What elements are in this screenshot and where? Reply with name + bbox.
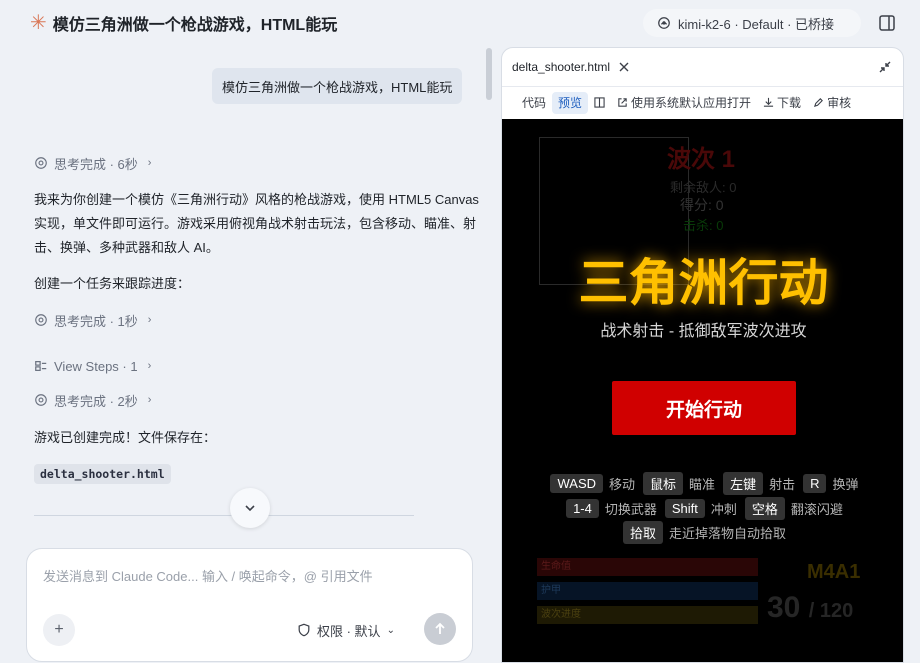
- enemies-left: 剩余敌人: 0: [670, 180, 737, 195]
- health-bar: 生命值: [537, 558, 758, 576]
- bridge-icon: [658, 17, 670, 29]
- chat-scrollbar[interactable]: [486, 48, 492, 100]
- file-path-chip[interactable]: delta_shooter.html: [34, 464, 171, 484]
- conversation-title: 模仿三角洲做一个枪战游戏，HTML能玩: [52, 17, 338, 34]
- chevron-right-icon: ›: [147, 314, 152, 326]
- review-icon: [814, 98, 824, 108]
- chevron-right-icon: ›: [147, 394, 152, 406]
- key-shift: Shift: [664, 499, 705, 518]
- key-desc: 移动: [609, 477, 636, 492]
- chevron-right-icon: ›: [147, 157, 152, 169]
- chevron-right-icon: ›: [147, 360, 152, 372]
- brain-icon: [35, 157, 47, 169]
- review-button[interactable]: 审核: [807, 92, 857, 114]
- key-desc: 切换武器: [604, 502, 657, 517]
- attach-button[interactable]: +: [43, 614, 75, 646]
- brain-icon: [35, 394, 47, 406]
- key-desc: 瞄准: [689, 477, 716, 492]
- controls-row-3: 拾取 走近掉落物自动拾取: [502, 521, 903, 544]
- scroll-to-bottom-button[interactable]: [230, 488, 270, 528]
- message-composer: + 权限 · 默认 ⌄: [26, 548, 473, 662]
- brain-icon: [35, 314, 47, 326]
- panel-toggle-icon[interactable]: [878, 14, 896, 32]
- game-title: 三角洲行动: [578, 255, 829, 311]
- chevron-down-icon: ⌄: [386, 624, 395, 636]
- key-desc: 翻滚闪避: [790, 502, 843, 517]
- key-pickup: 拾取: [622, 521, 663, 544]
- panel-tab[interactable]: delta_shooter.html: [502, 48, 903, 86]
- send-button[interactable]: [424, 613, 456, 645]
- score: 得分: 0: [680, 197, 724, 213]
- thinking-label: 思考完成 · 2秒: [54, 393, 138, 409]
- weapon-name: M4A1: [807, 561, 861, 583]
- key-r: R: [803, 474, 827, 493]
- divider: [34, 515, 414, 516]
- view-steps-label: View Steps · 1: [54, 358, 138, 374]
- download-button[interactable]: 下载: [757, 92, 807, 114]
- arrow-up-icon: [435, 622, 445, 634]
- assistant-paragraph: 我来为你创建一个模仿《三角洲行动》风格的枪战游戏，使用 HTML5 Canvas…: [34, 192, 479, 255]
- assistant-paragraph: 创建一个任务来跟踪进度：: [34, 276, 191, 291]
- tab-preview[interactable]: 预览: [552, 91, 589, 114]
- start-game-button[interactable]: 开始行动: [612, 381, 796, 435]
- chat-column: 模仿三角洲做一个枪战游戏，HTML能玩 思考完成 · 6秒 › 我来为你创建一个…: [0, 46, 492, 663]
- thinking-summary-2[interactable]: 思考完成 · 1秒 ›: [34, 311, 151, 329]
- kills: 击杀: 0: [683, 218, 724, 233]
- file-tab-name: delta_shooter.html: [512, 60, 611, 74]
- preview-panel: delta_shooter.html 代码 预览 使用系统默认应用打开 下载 审…: [501, 47, 904, 663]
- preview-toolbar: 代码 预览 使用系统默认应用打开 下载 审核: [502, 86, 903, 118]
- key-desc: 换弹: [832, 477, 859, 492]
- permission-selector[interactable]: 权限 · 默认 ⌄: [297, 619, 395, 641]
- wave-indicator: 波次 1: [667, 146, 736, 173]
- open-default-app-button[interactable]: 使用系统默认应用打开: [611, 92, 757, 114]
- game-subtitle: 战术射击 - 抵御敌军波次进攻: [600, 323, 807, 340]
- permission-label: 权限 · 默认: [317, 623, 381, 639]
- controls-row-1: WASD 移动 鼠标 瞄准 左键 射击 R 换弹: [502, 472, 903, 495]
- external-link-icon: [618, 98, 627, 107]
- model-selector[interactable]: kimi-k2-6 · Default · 已桥接: [643, 9, 861, 37]
- key-number: 1-4: [566, 499, 599, 518]
- tab-code[interactable]: 代码: [516, 92, 552, 114]
- message-input[interactable]: [43, 569, 453, 584]
- chevron-down-icon: [245, 505, 255, 512]
- thinking-summary-1[interactable]: 思考完成 · 6秒 ›: [34, 154, 151, 172]
- steps-icon: [35, 361, 47, 371]
- shield-icon: [298, 623, 310, 637]
- ammo-reserve: / 120: [808, 600, 854, 622]
- key-desc: 冲刺: [710, 502, 737, 517]
- model-label: kimi-k2-6 · Default · 已桥接: [678, 16, 835, 32]
- close-icon[interactable]: [618, 61, 630, 73]
- controls-row-2: 1-4 切换武器 Shift 冲刺 空格 翻滚闪避: [502, 497, 903, 520]
- plus-icon: +: [54, 621, 64, 638]
- split-view-button[interactable]: [588, 92, 611, 114]
- assistant-paragraph: 游戏已创建完成！文件保存在：: [34, 430, 217, 445]
- claude-logo-icon: ✳: [30, 12, 47, 34]
- open-default-label: 使用系统默认应用打开: [631, 96, 752, 110]
- armor-bar: 护甲: [537, 582, 758, 600]
- key-mouse: 鼠标: [643, 472, 684, 495]
- thinking-label: 思考完成 · 1秒: [54, 313, 138, 329]
- game-canvas[interactable]: 波次 1 剩余敌人: 0 得分: 0 击杀: 0 三角洲行动 战术射击 - 抵御…: [502, 119, 903, 662]
- key-left-click: 左键: [723, 472, 764, 495]
- ammo-display: 30 / 120: [767, 591, 853, 625]
- wave-progress-bar: 波次进度: [537, 606, 758, 624]
- thinking-summary-3[interactable]: 思考完成 · 2秒 ›: [34, 391, 151, 409]
- download-label: 下载: [777, 96, 802, 110]
- review-label: 审核: [827, 96, 852, 110]
- key-desc: 射击: [769, 477, 796, 492]
- key-wasd: WASD: [550, 474, 604, 493]
- view-steps[interactable]: View Steps · 1 ›: [34, 357, 151, 375]
- user-message: 模仿三角洲做一个枪战游戏，HTML能玩: [212, 68, 463, 104]
- ammo-current: 30: [767, 591, 801, 624]
- collapse-icon[interactable]: [878, 60, 892, 74]
- download-icon: [763, 97, 774, 107]
- key-space: 空格: [744, 497, 785, 520]
- split-view-icon: [594, 97, 605, 108]
- thinking-label: 思考完成 · 6秒: [54, 156, 138, 172]
- key-desc: 走近掉落物自动拾取: [669, 526, 787, 541]
